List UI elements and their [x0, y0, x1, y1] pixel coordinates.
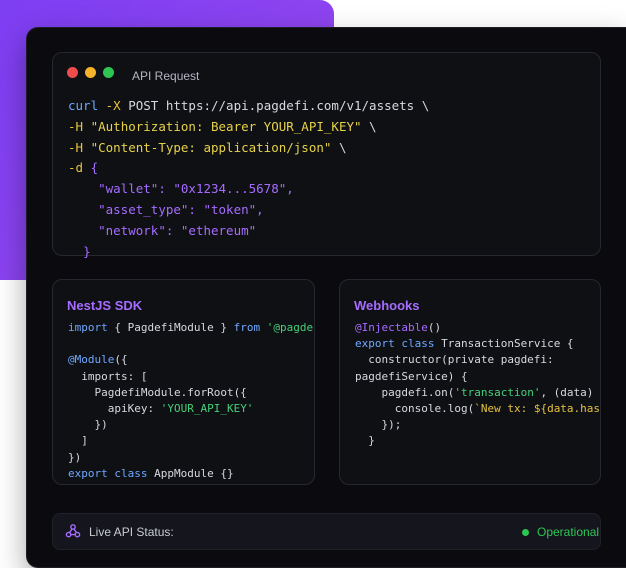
code-line: ] [68, 434, 88, 448]
code-line: @Module({ [68, 353, 128, 367]
window-controls [67, 67, 114, 78]
webhook-icon [65, 524, 81, 538]
minimize-dot [85, 67, 96, 78]
code-line: }) [68, 450, 82, 464]
code-line: pagdefi.on('transaction', (data) => { [355, 385, 594, 399]
nestjs-sdk-card: NestJS SDK import { PagdefiModule } from… [52, 279, 315, 485]
code-line: curl -X POST https://api.pagdefi.com/v1/… [68, 98, 430, 113]
code-line: -H "Authorization: Bearer YOUR_API_KEY" … [68, 118, 377, 134]
nestjs-sdk-title: NestJS SDK [67, 298, 143, 313]
code-line: -d { [68, 160, 99, 176]
status-value: Operational [537, 525, 600, 539]
code-line: import { PagdefiModule } from '@pagdefi/… [68, 321, 315, 334]
live-api-status-bar: Live API Status: Operational [52, 513, 601, 550]
code-line: constructor(private pagdefi: [355, 353, 554, 367]
status-indicator-dot [522, 529, 529, 536]
code-line: "asset_type": "token", [98, 201, 264, 217]
code-line: } [83, 243, 91, 259]
code-line: PagdefiModule.forRoot({ [68, 385, 247, 399]
code-line: "wallet": "0x1234...5678", [98, 181, 294, 197]
code-line: @Injectable() [355, 321, 442, 334]
code-line: -H "Content-Type: application/json" \ [68, 139, 347, 155]
status-label: Live API Status: [89, 525, 174, 539]
api-request-title: API Request [132, 69, 200, 83]
webhooks-code: @Injectable() export class TransactionSe… [355, 320, 601, 450]
maximize-dot [103, 67, 114, 78]
code-line: } [355, 434, 375, 448]
api-request-code: curl -X POST https://api.pagdefi.com/v1/… [68, 96, 429, 262]
code-line: export class AppModule {} [68, 466, 234, 480]
webhooks-card: Webhooks @Injectable() export class Tran… [339, 279, 601, 485]
code-line: export class TransactionService { [355, 337, 574, 351]
nestjs-sdk-code: import { PagdefiModule } from '@pagdefi/… [68, 320, 315, 482]
code-line: "network": "ethereum" [98, 222, 257, 238]
close-dot [67, 67, 78, 78]
code-showcase-panel: API Request curl -X POST https://api.pag… [26, 27, 626, 568]
code-line: }); [355, 418, 402, 432]
code-line: apiKey: 'YOUR_API_KEY' [68, 402, 254, 416]
code-line: imports: [ [68, 369, 148, 383]
code-line: console.log(`New tx: ${data.hash}`); [355, 402, 601, 416]
code-line: pagdefiService) { [355, 369, 468, 383]
code-line: }) [68, 418, 108, 432]
webhooks-title: Webhooks [354, 298, 420, 313]
api-request-card: API Request curl -X POST https://api.pag… [52, 52, 601, 259]
